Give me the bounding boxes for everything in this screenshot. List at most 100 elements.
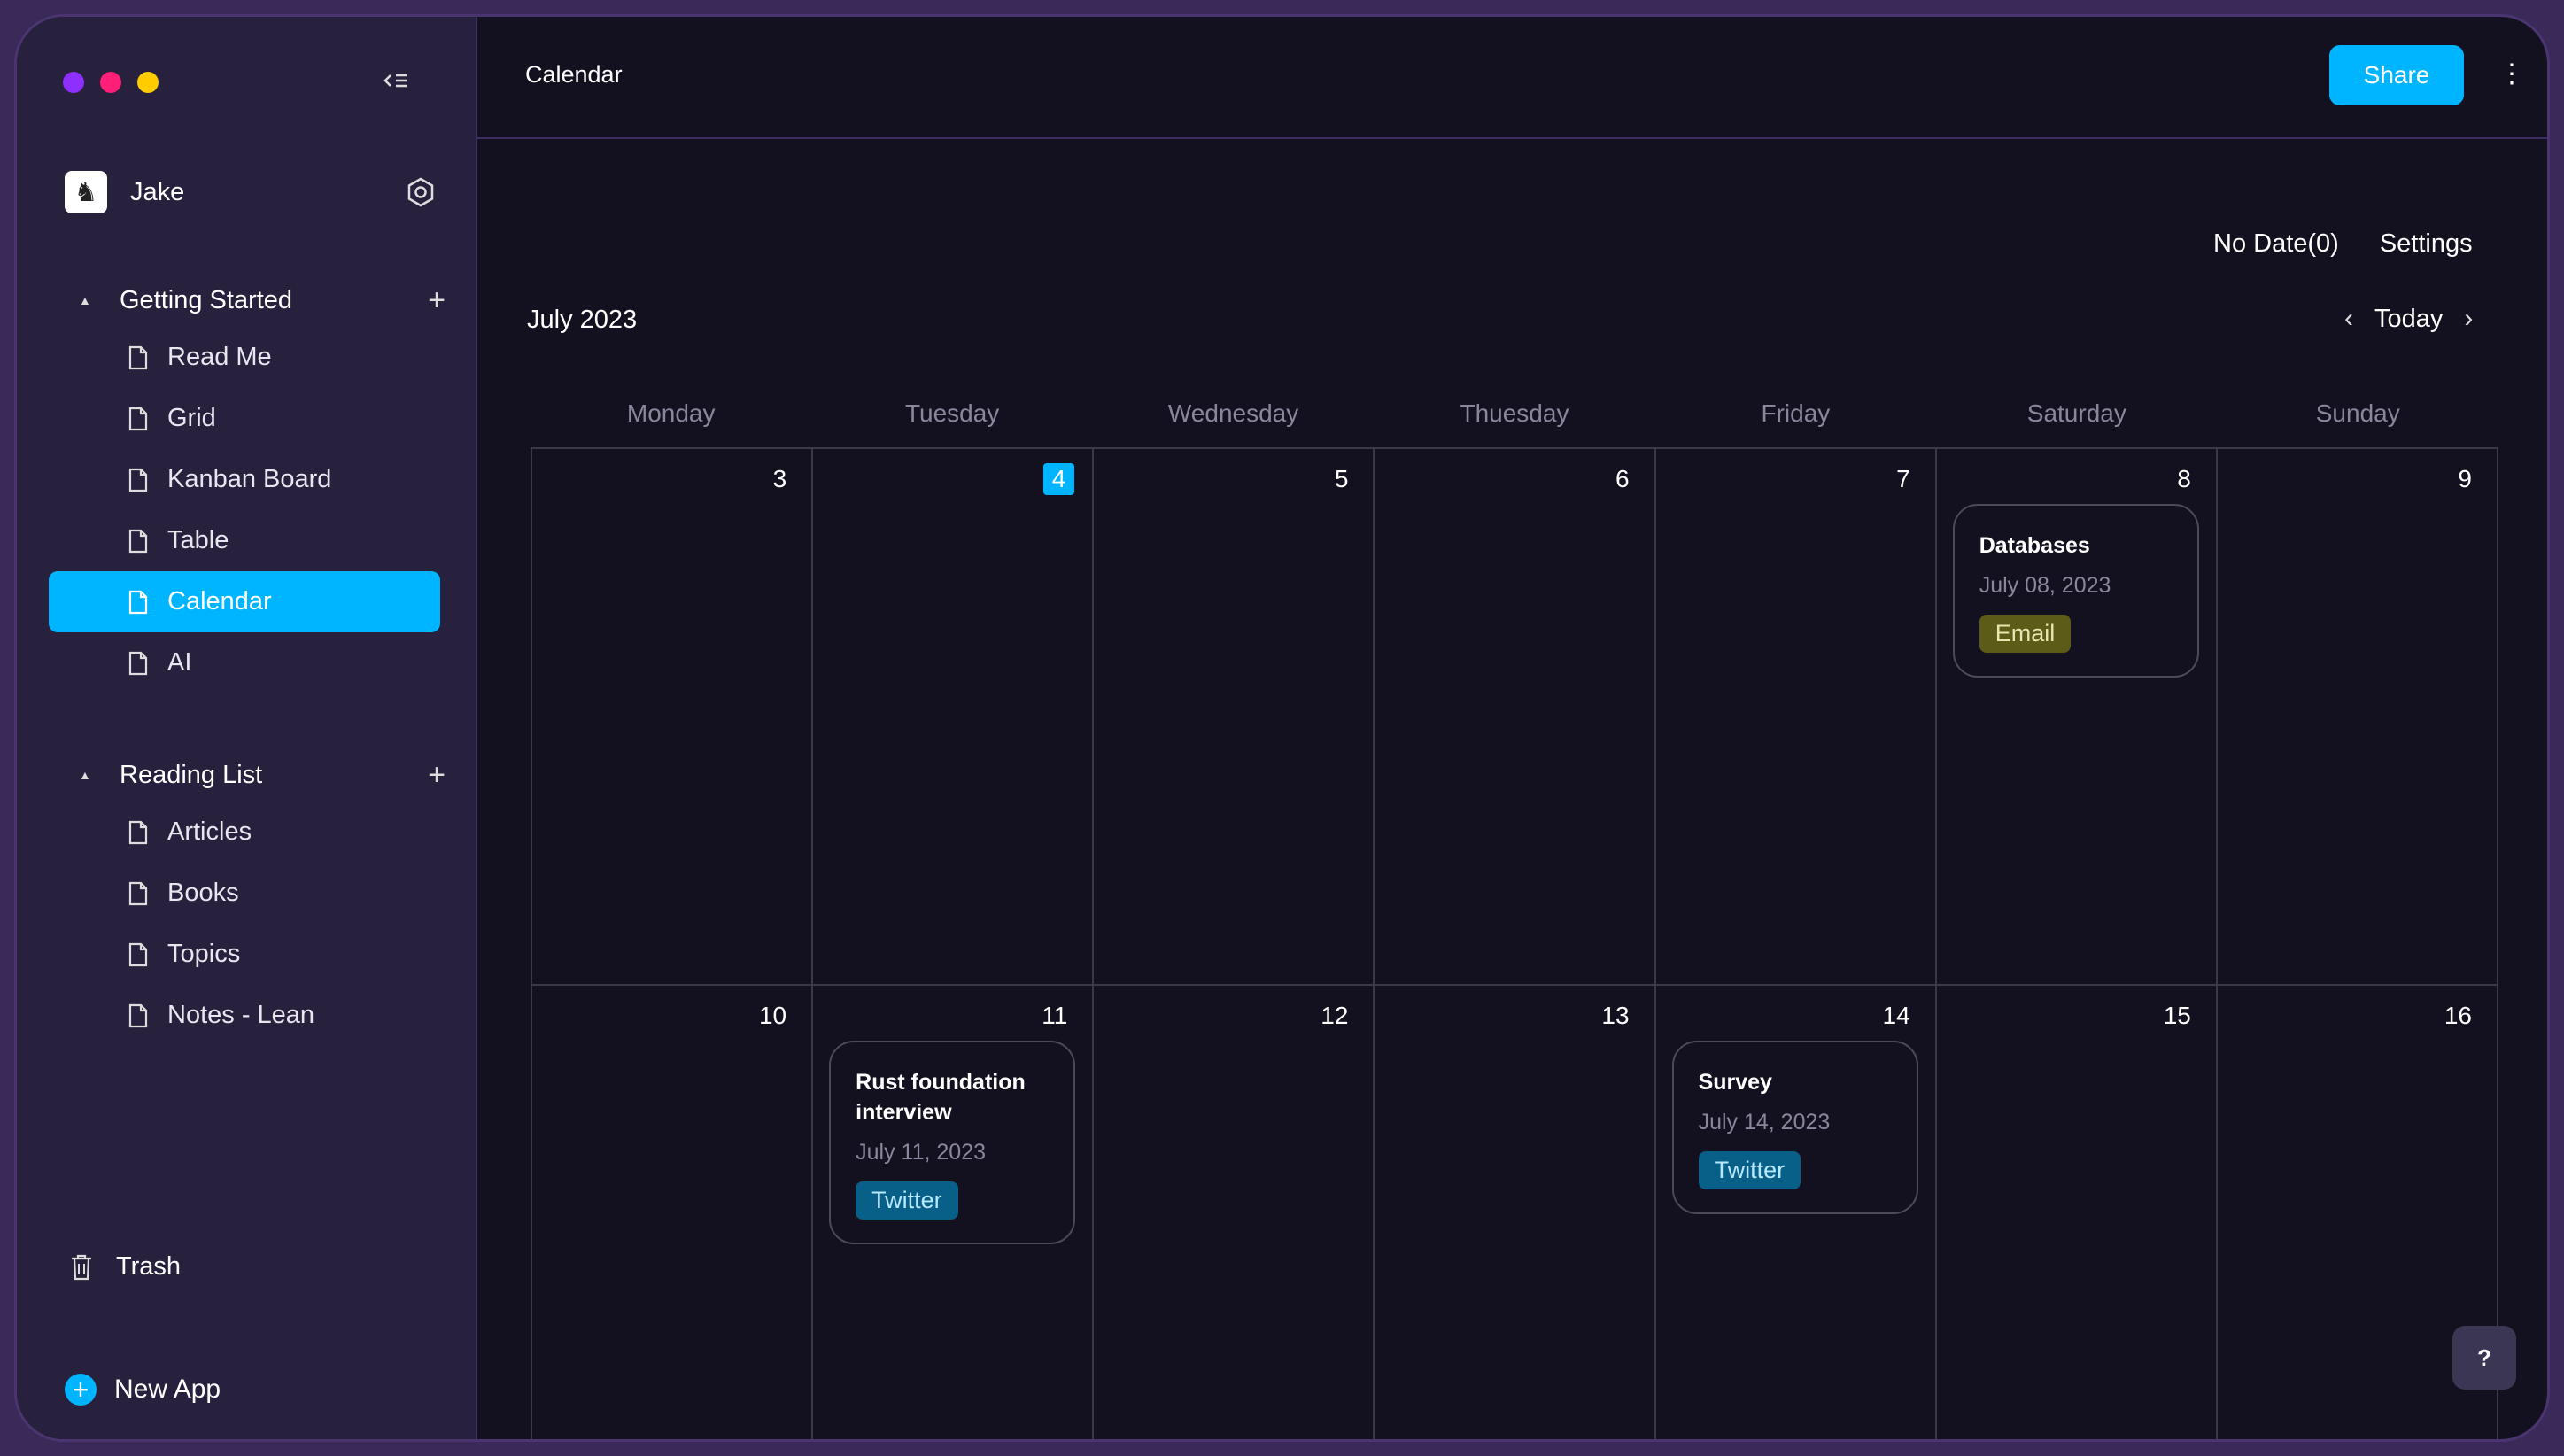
event-title: Rust foundation interview	[856, 1070, 1026, 1125]
event-tag: Twitter	[856, 1181, 958, 1220]
avatar: ♞	[65, 171, 107, 213]
day-number: 15	[2163, 1002, 2191, 1029]
weekday-label: Wednesday	[1167, 399, 1299, 427]
maximize-window-button[interactable]	[137, 72, 159, 93]
settings-icon[interactable]	[405, 176, 437, 208]
day-cell[interactable]: 9	[2217, 449, 2498, 986]
user-name: Jake	[130, 177, 185, 206]
add-page-icon[interactable]: +	[428, 758, 445, 793]
share-button[interactable]: Share	[2329, 45, 2464, 105]
weekday-label: Sunday	[2315, 399, 2400, 427]
sidebar-item-table[interactable]: Table	[65, 510, 445, 571]
more-options-icon[interactable]: ⋮	[2498, 61, 2525, 88]
sidebar-item-topics[interactable]: Topics	[65, 924, 445, 985]
section-header[interactable]: ▲ Getting Started +	[65, 274, 445, 327]
day-cell[interactable]: 7	[1655, 449, 1937, 986]
caret-up-icon[interactable]: ▲	[79, 768, 98, 782]
sidebar-item-notes-lean[interactable]: Notes - Lean	[65, 985, 445, 1046]
today-button[interactable]: Today	[2374, 305, 2443, 334]
sidebar-item-kanban-board[interactable]: Kanban Board	[65, 449, 445, 510]
day-number: 9	[2458, 465, 2472, 492]
sidebar-item-label: Books	[167, 879, 239, 907]
sidebar-item-ai[interactable]: AI	[65, 632, 445, 693]
document-icon	[128, 529, 148, 553]
document-icon	[128, 820, 148, 844]
sidebar-item-read-me[interactable]: Read Me	[65, 327, 445, 388]
month-label: July 2023	[527, 306, 638, 334]
sidebar-item-label: AI	[167, 648, 192, 677]
today-day-number: 4	[1042, 463, 1075, 495]
sidebar-item-label: Grid	[167, 404, 216, 432]
document-icon	[128, 881, 148, 905]
sidebar-item-label: Calendar	[167, 587, 272, 616]
day-cell[interactable]: 12	[1094, 986, 1375, 1439]
event-card[interactable]: Rust foundation interview July 11, 2023 …	[829, 1041, 1076, 1244]
document-icon	[128, 1003, 148, 1027]
event-card[interactable]: Databases July 08, 2023 Email	[1952, 504, 2199, 678]
document-icon	[128, 468, 148, 492]
sidebar-item-calendar[interactable]: Calendar	[49, 571, 440, 632]
user-row[interactable]: ♞ Jake	[65, 167, 437, 217]
new-app-button[interactable]: + New App	[65, 1374, 221, 1406]
day-cell[interactable]: 10	[532, 986, 814, 1439]
day-cell[interactable]: 14 Survey July 14, 2023 Twitter	[1656, 986, 1937, 1439]
app-window: ♞ Jake ▲ Getting Started + Read Me Grid	[14, 14, 2550, 1442]
sidebar-item-label: Articles	[167, 817, 252, 846]
day-number: 6	[1615, 465, 1630, 492]
close-window-button[interactable]	[63, 72, 84, 93]
weekday-label: Tuesday	[904, 399, 1000, 427]
trash-icon	[72, 1254, 91, 1280]
document-icon	[128, 407, 148, 430]
day-cell[interactable]: 6	[1375, 449, 1656, 986]
day-cell[interactable]: 5	[1094, 449, 1375, 986]
caret-up-icon[interactable]: ▲	[79, 293, 98, 307]
day-cell-today[interactable]: 4	[813, 449, 1095, 986]
chevron-right-icon[interactable]: ›	[2464, 304, 2473, 334]
document-icon	[128, 345, 148, 369]
new-app-label: New App	[114, 1375, 221, 1404]
section-header[interactable]: ▲ Reading List +	[65, 748, 445, 802]
no-date-button[interactable]: No Date(0)	[2213, 229, 2339, 259]
day-number: 5	[1334, 465, 1349, 492]
sidebar-item-label: Kanban Board	[167, 465, 332, 493]
minimize-window-button[interactable]	[100, 72, 121, 93]
day-cell[interactable]: 13	[1375, 986, 1656, 1439]
day-number: 8	[2177, 465, 2191, 492]
calendar-week: 3 4 5 6 7 8 Databases July 08, 2023 Emai…	[532, 449, 2498, 986]
calendar-settings-button[interactable]: Settings	[2380, 229, 2473, 259]
page-title: Calendar	[525, 61, 623, 88]
weekday-label: Saturday	[2026, 399, 2126, 427]
collapse-sidebar-icon[interactable]	[382, 70, 417, 97]
document-icon	[128, 651, 148, 675]
sidebar-item-label: Read Me	[167, 343, 272, 371]
document-icon	[128, 942, 148, 966]
day-number: 7	[1896, 465, 1910, 492]
sidebar-item-articles[interactable]: Articles	[65, 802, 445, 863]
month-navigation: ‹ Today ›	[2344, 304, 2473, 334]
sidebar-item-grid[interactable]: Grid	[65, 388, 445, 449]
trash-label: Trash	[116, 1252, 182, 1281]
day-cell[interactable]: 3	[532, 449, 814, 986]
help-button[interactable]: ?	[2452, 1326, 2516, 1390]
chevron-left-icon[interactable]: ‹	[2344, 304, 2353, 334]
event-title: Databases	[1979, 533, 2090, 558]
event-date: July 08, 2023	[1979, 573, 2111, 598]
event-tag: Email	[1979, 615, 2072, 653]
calendar-toolbar: No Date(0) Settings	[2213, 229, 2473, 259]
day-cell[interactable]: 15	[1937, 986, 2218, 1439]
day-number: 12	[1321, 1002, 1349, 1029]
sidebar-item-label: Notes - Lean	[167, 1001, 315, 1029]
event-tag: Twitter	[1698, 1151, 1801, 1189]
day-number: 10	[758, 1002, 787, 1029]
weekday-label: Friday	[1761, 399, 1831, 427]
weekday-label: Thuesday	[1460, 399, 1569, 427]
top-bar: Calendar Share ⋮	[477, 17, 2547, 139]
add-page-icon[interactable]: +	[428, 283, 445, 318]
day-cell[interactable]: 11 Rust foundation interview July 11, 20…	[813, 986, 1095, 1439]
weekday-header: Monday Tuesday Wednesday Thuesday Friday…	[531, 399, 2498, 428]
event-date: July 11, 2023	[856, 1140, 987, 1165]
sidebar-item-books[interactable]: Books	[65, 863, 445, 924]
day-cell[interactable]: 8 Databases July 08, 2023 Email	[1936, 449, 2218, 986]
event-card[interactable]: Survey July 14, 2023 Twitter	[1671, 1041, 1918, 1214]
trash-button[interactable]: Trash	[70, 1252, 181, 1282]
